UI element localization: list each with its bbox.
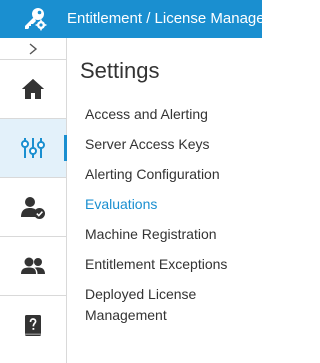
sliders-icon — [21, 138, 45, 158]
settings-panel: Settings Access and Alerting Server Acce… — [67, 38, 262, 363]
app-logo[interactable] — [0, 0, 67, 38]
home-icon — [22, 79, 44, 99]
chevron-right-icon — [29, 42, 38, 55]
nav-item-home[interactable] — [0, 60, 66, 119]
settings-item-alerting-configuration[interactable]: Alerting Configuration — [85, 164, 255, 185]
settings-item-entitlement-exceptions[interactable]: Entitlement Exceptions — [85, 254, 255, 275]
nav-item-settings[interactable] — [0, 119, 67, 178]
help-book-icon — [25, 314, 41, 336]
nav-item-user-approved[interactable] — [0, 178, 66, 237]
nav-item-users[interactable] — [0, 237, 66, 296]
app-title: Entitlement / License Management — [67, 10, 262, 27]
nav-item-help[interactable] — [0, 296, 66, 355]
key-gear-icon — [24, 8, 46, 31]
nav-rail — [0, 38, 67, 363]
settings-item-machine-registration[interactable]: Machine Registration — [85, 224, 255, 245]
settings-item-evaluations[interactable]: Evaluations — [85, 194, 255, 215]
settings-item-server-access-keys[interactable]: Server Access Keys — [85, 134, 255, 155]
collapse-nav-button[interactable] — [0, 38, 66, 60]
user-check-icon — [21, 197, 45, 219]
users-icon — [21, 257, 45, 274]
settings-item-access-and-alerting[interactable]: Access and Alerting — [85, 104, 255, 125]
page-title: Settings — [80, 58, 160, 83]
app-header: Entitlement / License Management — [0, 0, 262, 38]
settings-menu: Access and Alerting Server Access Keys A… — [85, 104, 255, 335]
app-window: Entitlement / License Management — [0, 0, 262, 363]
settings-item-deployed-license-management[interactable]: Deployed License Management — [85, 284, 255, 326]
